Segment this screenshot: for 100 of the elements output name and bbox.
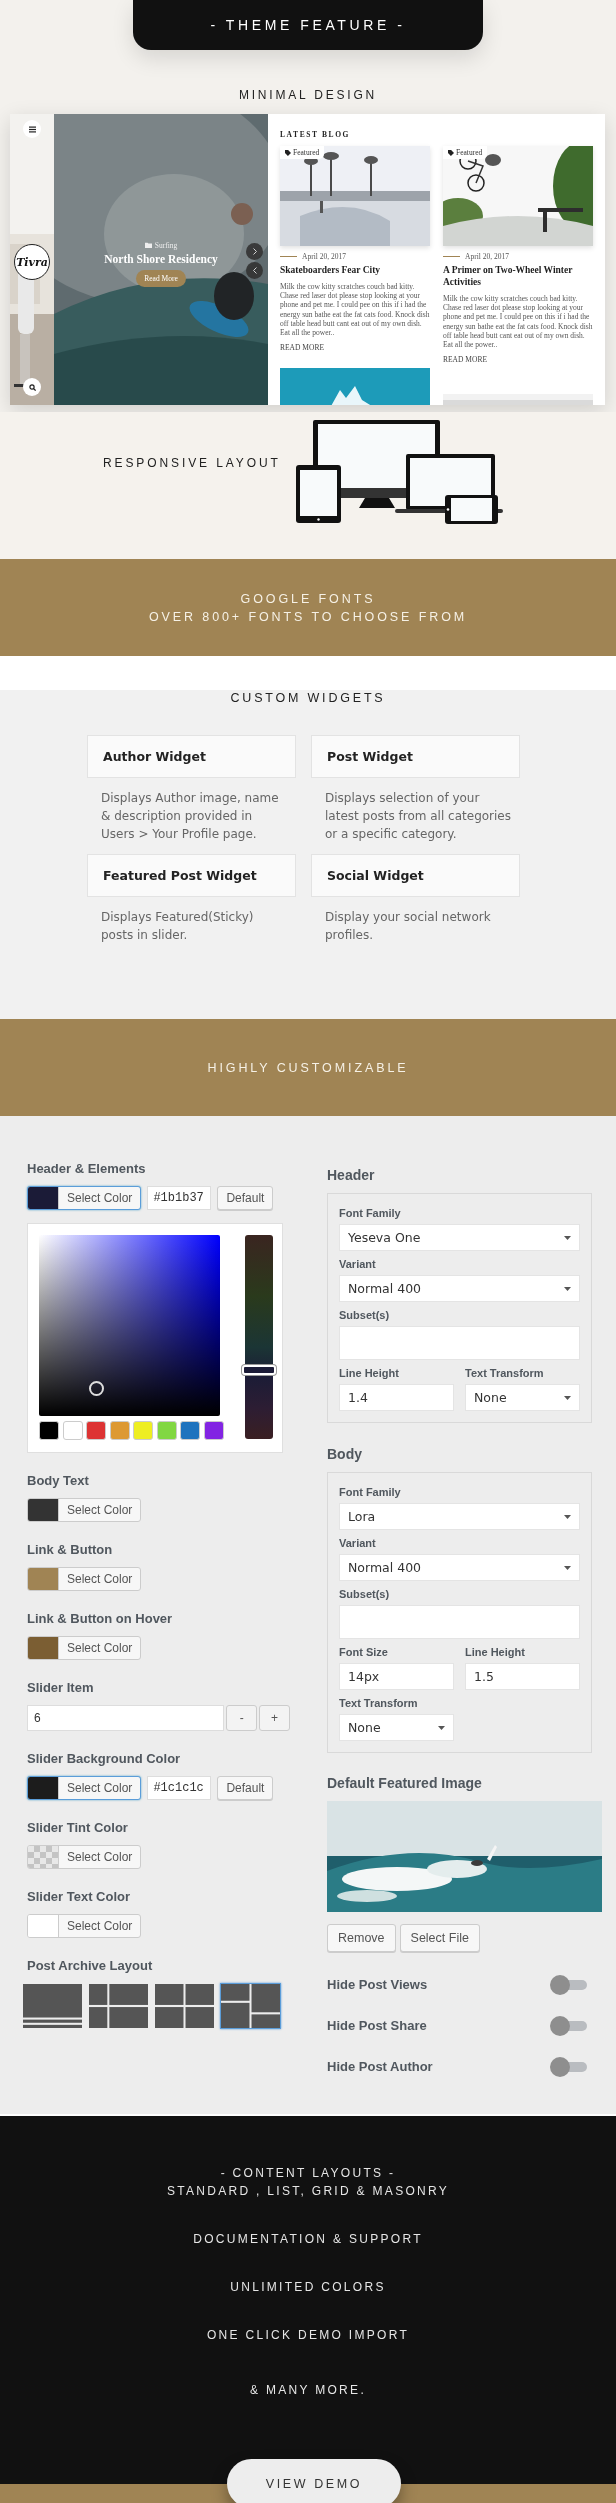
select-field[interactable]: Normal 400 bbox=[339, 1275, 580, 1302]
layout-option[interactable] bbox=[22, 1983, 83, 2029]
field-label: Line Height bbox=[465, 1646, 526, 1659]
setting-label: Link & Button bbox=[27, 1542, 114, 1558]
image-button[interactable]: Remove bbox=[327, 1924, 396, 1952]
select-field[interactable]: None bbox=[465, 1384, 580, 1411]
panel-heading: Header bbox=[327, 1167, 376, 1184]
tag-icon bbox=[448, 149, 454, 156]
select-color-button[interactable]: Select Color bbox=[27, 1914, 142, 1938]
view-demo-button[interactable]: VIEW DEMO bbox=[227, 2459, 401, 2503]
section-heading: CUSTOM WIDGETS bbox=[230, 691, 386, 705]
color-swatch[interactable] bbox=[109, 1421, 130, 1440]
feature-text: - CONTENT LAYOUTS - bbox=[220, 2165, 396, 2182]
field-label: Variant bbox=[339, 1258, 377, 1271]
color-swatch[interactable] bbox=[133, 1421, 153, 1440]
setting-label: Slider Text Color bbox=[27, 1889, 132, 1905]
toggle-switch[interactable] bbox=[550, 1974, 588, 1995]
layout-option[interactable] bbox=[154, 1983, 215, 2029]
toggle-switch[interactable] bbox=[550, 2056, 588, 2077]
select-color-button[interactable]: Select Color bbox=[27, 1186, 142, 1210]
stepper-button[interactable]: - bbox=[226, 1705, 258, 1731]
chevron-left-icon bbox=[251, 267, 258, 274]
section-heading: RESPONSIVE LAYOUT bbox=[103, 455, 282, 472]
layout-option[interactable] bbox=[220, 1983, 281, 2029]
toggle-switch[interactable] bbox=[550, 2015, 588, 2036]
folder-icon bbox=[144, 242, 152, 248]
color-swatch[interactable] bbox=[180, 1421, 200, 1440]
hex-field[interactable]: #1b1b37 bbox=[147, 1186, 212, 1210]
hex-field[interactable]: #1c1c1c bbox=[147, 1776, 212, 1800]
select-color-button[interactable]: Select Color bbox=[27, 1567, 142, 1591]
tag-icon bbox=[285, 149, 291, 156]
field-label: Font Size bbox=[339, 1646, 389, 1659]
color-swatch[interactable] bbox=[62, 1421, 83, 1440]
color-swatch[interactable] bbox=[156, 1421, 177, 1440]
panel-heading: Body bbox=[327, 1446, 363, 1463]
toggle-label: Hide Post Share bbox=[327, 2018, 427, 2033]
image-button[interactable]: Select File bbox=[399, 1924, 480, 1952]
setting-label: Header & Elements bbox=[27, 1161, 147, 1177]
band-heading: OVER 800+ FONTS TO CHOOSE FROM bbox=[148, 608, 468, 626]
input-field[interactable] bbox=[339, 1605, 580, 1639]
stepper-button[interactable]: + bbox=[259, 1705, 290, 1731]
setting-label: Post Archive Layout bbox=[27, 1958, 154, 1974]
select-color-button[interactable]: Select Color bbox=[27, 1636, 142, 1660]
widget-description: Displays Featured(Sticky) posts in slider. bbox=[100, 909, 255, 944]
color-swatch[interactable] bbox=[203, 1421, 224, 1440]
caret-icon bbox=[564, 1565, 571, 1570]
caret-icon bbox=[564, 1235, 571, 1240]
input-field[interactable]: 14px bbox=[339, 1663, 454, 1690]
band-heading: GOOGLE FONTS bbox=[240, 590, 376, 608]
toggle-label: Hide Post Author bbox=[327, 2059, 433, 2074]
field-label: Text Transform bbox=[339, 1697, 419, 1710]
color-field[interactable] bbox=[39, 1235, 220, 1416]
setting-label: Link & Button on Hover bbox=[27, 1611, 174, 1627]
caret-icon bbox=[564, 1514, 571, 1519]
select-color-button[interactable]: Select Color bbox=[27, 1845, 142, 1869]
select-color-button[interactable]: Select Color bbox=[27, 1498, 142, 1522]
layout-option[interactable] bbox=[88, 1983, 149, 2029]
input-field[interactable]: 1.4 bbox=[339, 1384, 454, 1411]
field-label: Line Height bbox=[339, 1367, 400, 1380]
setting-label: Slider Background Color bbox=[27, 1751, 182, 1767]
grid-layout-icon bbox=[155, 1984, 214, 2028]
chevron-right-icon bbox=[251, 248, 258, 255]
field-heading: Default Featured Image bbox=[327, 1775, 483, 1792]
select-field[interactable]: Yeseva One bbox=[339, 1224, 580, 1251]
caret-icon bbox=[564, 1286, 571, 1291]
select-field[interactable]: Lora bbox=[339, 1503, 580, 1530]
feature-text: STANDARD , LIST, GRID & MASONRY bbox=[166, 2183, 450, 2200]
widget-card: Social Widget bbox=[311, 854, 520, 897]
field-label: Subset(s) bbox=[339, 1309, 391, 1322]
slider-thumb[interactable] bbox=[242, 1364, 276, 1375]
widget-description: Display your social network profiles. bbox=[324, 909, 492, 944]
post-title[interactable]: A Primer on Two-Wheel Winter Activities bbox=[443, 264, 593, 288]
toggle-label: Hide Post Views bbox=[327, 1977, 428, 1992]
list-layout-icon bbox=[23, 1984, 82, 2028]
color-swatch[interactable] bbox=[86, 1421, 106, 1440]
color-swatch[interactable] bbox=[39, 1421, 59, 1440]
post-title[interactable]: Skateboarders Fear City bbox=[280, 264, 430, 276]
section-title: - THEME FEATURE - bbox=[209, 17, 407, 33]
list-grid-layout-icon bbox=[89, 1984, 148, 2028]
default-button[interactable]: Default bbox=[217, 1776, 274, 1800]
feature-text: DOCUMENTATION & SUPPORT bbox=[193, 2231, 423, 2248]
select-color-button[interactable]: Select Color bbox=[27, 1776, 142, 1800]
widget-description: Displays selection of your latest posts from all categories or a specific category. bbox=[324, 790, 512, 843]
caret-icon bbox=[438, 1725, 445, 1730]
section-heading: MINIMAL DESIGN bbox=[238, 88, 378, 102]
slide-title: North Shore Residency bbox=[104, 252, 218, 265]
setting-label: Body Text bbox=[27, 1473, 90, 1489]
select-field[interactable]: Normal 400 bbox=[339, 1554, 580, 1581]
widget-card: Author Widget bbox=[87, 735, 296, 778]
select-field[interactable]: None bbox=[339, 1714, 454, 1741]
setting-label: Slider Tint Color bbox=[27, 1820, 129, 1836]
field-label: Font Family bbox=[339, 1486, 402, 1499]
default-button[interactable]: Default bbox=[217, 1186, 274, 1210]
caret-icon bbox=[564, 1395, 571, 1400]
field-label: Text Transform bbox=[465, 1367, 545, 1380]
number-field[interactable]: 6 bbox=[27, 1705, 225, 1731]
input-field[interactable]: 1.5 bbox=[465, 1663, 580, 1690]
field-label: Subset(s) bbox=[339, 1588, 391, 1601]
field-label: Variant bbox=[339, 1537, 377, 1550]
input-field[interactable] bbox=[339, 1326, 580, 1360]
